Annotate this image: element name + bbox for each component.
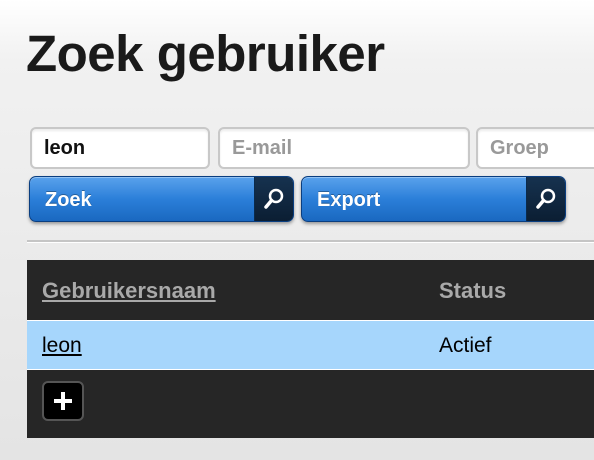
results-table: Gebruikersnaam Status leon Actief	[27, 260, 594, 438]
divider	[27, 240, 594, 243]
export-magnifier-icon	[526, 177, 565, 221]
search-button-label: Zoek	[45, 189, 92, 211]
page-title: Zoek gebruiker	[26, 25, 385, 82]
add-user-button[interactable]	[42, 381, 84, 421]
email-input[interactable]	[218, 127, 470, 169]
username-input[interactable]	[30, 127, 210, 169]
export-button[interactable]: Export	[301, 176, 566, 222]
table-header: Gebruikersnaam Status	[27, 260, 594, 318]
search-button[interactable]: Zoek	[29, 176, 294, 222]
status-cell: Actief	[439, 334, 492, 357]
group-input[interactable]	[476, 127, 594, 169]
user-link[interactable]: leon	[42, 334, 82, 358]
table-row[interactable]: leon Actief	[27, 320, 594, 370]
export-button-label: Export	[317, 189, 381, 211]
column-header-status: Status	[439, 278, 507, 303]
column-header-username[interactable]: Gebruikersnaam	[42, 278, 216, 304]
plus-icon	[54, 392, 72, 410]
search-magnifier-icon	[254, 177, 293, 221]
